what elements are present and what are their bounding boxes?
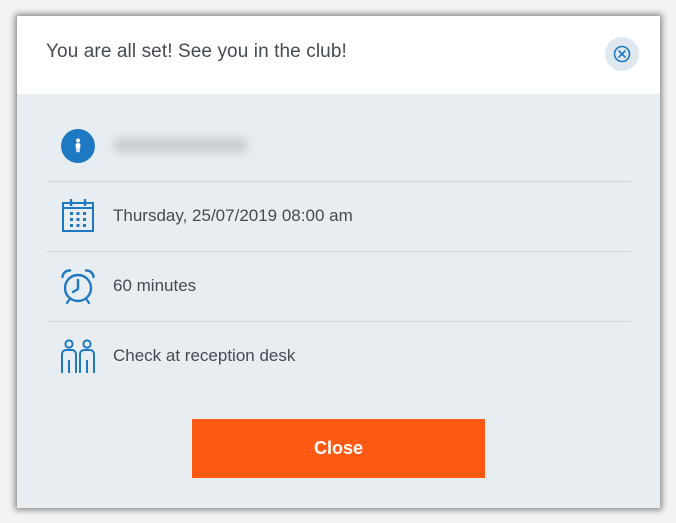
- session-duration: 60 minutes: [113, 276, 197, 295]
- close-button[interactable]: Close: [192, 419, 485, 478]
- close-dialog-button[interactable]: [605, 37, 639, 71]
- member-name-redacted: [113, 137, 248, 154]
- checkin-location: Check at reception desk: [113, 346, 296, 365]
- screenshot-frame: You are all set! See you in the club! Th…: [0, 0, 676, 523]
- booking-confirmation-dialog: You are all set! See you in the club! Th…: [17, 16, 660, 508]
- booking-datetime: Thursday, 25/07/2019 08:00 am: [113, 206, 353, 225]
- person-icon: [60, 128, 96, 164]
- dialog-title: You are all set! See you in the club!: [46, 41, 347, 62]
- alarm-clock-icon: [60, 268, 96, 304]
- calendar-icon: [60, 198, 96, 234]
- detail-row-location: Check at reception desk: [46, 321, 631, 391]
- close-circle-icon: [613, 45, 631, 63]
- detail-row-member: [46, 111, 631, 182]
- people-icon: [60, 338, 96, 374]
- dialog-header: You are all set! See you in the club!: [17, 16, 660, 94]
- detail-row-duration: 60 minutes: [46, 251, 631, 322]
- detail-row-datetime: Thursday, 25/07/2019 08:00 am: [46, 181, 631, 252]
